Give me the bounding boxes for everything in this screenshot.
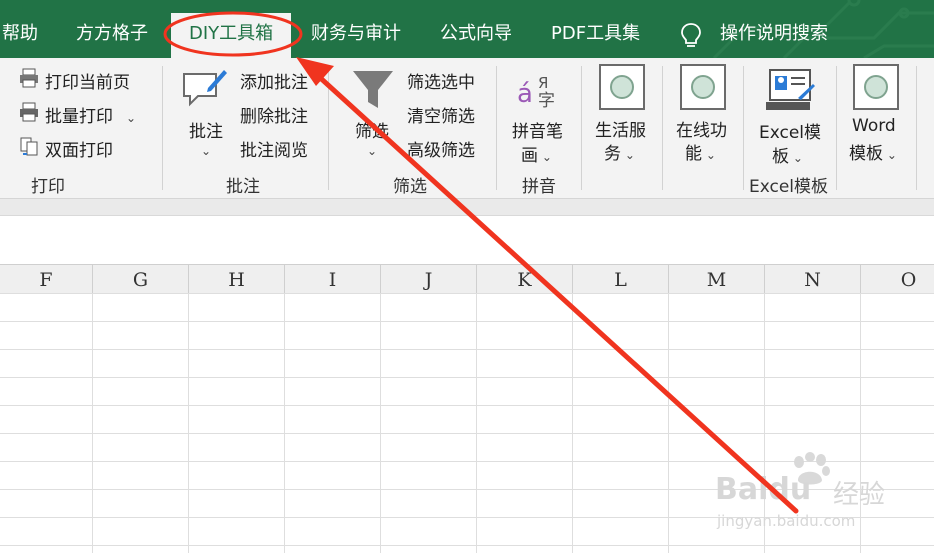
column-header-m[interactable]: M — [669, 265, 765, 293]
delete-comment-button[interactable]: 删除批注 — [240, 102, 308, 127]
ribbon-collapse-strip — [0, 199, 934, 216]
excel-template-button[interactable]: Excel模 — [759, 118, 821, 143]
watermark-brand-cn: 经验 — [833, 480, 886, 510]
batch-print-label: 批量打印 — [45, 107, 113, 127]
filter-selected-button[interactable]: 筛选选中 — [407, 68, 475, 93]
comment-icon — [183, 70, 227, 107]
svg-text:á: á — [517, 79, 533, 109]
tab-formula-wizard[interactable]: 公式向导 — [440, 13, 512, 55]
life-service-label: 务 — [604, 144, 621, 164]
pinyin-icon: á Я 字 — [517, 74, 555, 110]
excel-template-label: 板 — [772, 147, 789, 167]
clear-filter-button[interactable]: 清空筛选 — [407, 102, 475, 127]
batch-print-icon — [20, 102, 38, 122]
pinyin-group-label: 拼音 — [522, 177, 556, 197]
tab-pdf-tools[interactable]: PDF工具集 — [551, 13, 640, 55]
column-header-l[interactable]: L — [573, 265, 669, 293]
grid-line — [668, 293, 669, 553]
grid-line — [572, 293, 573, 553]
advanced-filter-button[interactable]: 高级筛选 — [407, 136, 475, 161]
column-header-k[interactable]: K — [477, 265, 573, 293]
print-group-label: 打印 — [31, 177, 65, 197]
watermark-brand: Baidu — [715, 472, 812, 507]
chevron-down-icon: ⌄ — [538, 150, 552, 164]
group-separator — [743, 66, 744, 190]
group-separator — [581, 66, 582, 190]
column-header-row: F G H I J K L M N O — [0, 264, 934, 294]
column-header-o[interactable]: O — [861, 265, 934, 293]
word-template-button[interactable]: Word — [852, 116, 896, 136]
browse-comment-button[interactable]: 批注阅览 — [240, 136, 308, 161]
tab-fangfang-gezi[interactable]: 方方格子 — [76, 13, 148, 55]
chevron-down-icon: ⌄ — [883, 148, 897, 162]
svg-text:Я: Я — [538, 74, 548, 92]
life-service-button[interactable]: 生活服 — [595, 116, 646, 141]
tell-me-search[interactable]: 操作说明搜索 — [720, 13, 828, 55]
group-separator — [496, 66, 497, 190]
ribbon-panel: 打印当前页 批量打印 ⌄ 双面打印 打印 批注 ⌄ 添加批注 删除批注 批注阅览… — [0, 58, 934, 199]
column-header-f[interactable]: F — [0, 265, 93, 293]
pinyin-stroke-button-line2[interactable]: 画 ⌄ — [521, 141, 552, 166]
chevron-down-icon: ⌄ — [201, 144, 212, 158]
word-template-label: 模板 — [849, 144, 883, 164]
pinyin-stroke-label: 画 — [521, 146, 538, 166]
ribbon-tab-bar: 帮助 方方格子 DIY工具箱 财务与审计 公式向导 PDF工具集 操作说明搜索 — [0, 0, 934, 58]
grid-line — [476, 293, 477, 553]
grid-line — [188, 293, 189, 553]
online-function-label: 能 — [685, 144, 702, 164]
life-service-button-line2[interactable]: 务 ⌄ — [604, 139, 635, 164]
baidu-jingyan-watermark: Baidu 经验 jingyan.baidu.com — [715, 448, 915, 538]
comment-group-label: 批注 — [226, 177, 260, 197]
group-separator — [328, 66, 329, 190]
print-current-page-button[interactable]: 打印当前页 — [45, 68, 130, 93]
printer-icon — [20, 68, 38, 88]
chevron-down-icon: ⌄ — [367, 144, 378, 158]
chevron-down-icon: ⌄ — [118, 111, 137, 125]
excel-template-group-label: Excel模板 — [749, 177, 829, 197]
group-separator — [162, 66, 163, 190]
filter-main-button[interactable]: 筛选 — [355, 117, 389, 142]
excel-template-icon — [766, 69, 815, 110]
duplex-print-button[interactable]: 双面打印 — [45, 136, 113, 161]
group-separator — [916, 66, 917, 190]
formula-bar[interactable] — [0, 216, 934, 264]
online-function-button-line2[interactable]: 能 ⌄ — [685, 139, 716, 164]
tab-help[interactable]: 帮助 — [2, 13, 38, 55]
svg-text:字: 字 — [538, 91, 555, 110]
tab-diy-toolbox[interactable]: DIY工具箱 — [171, 13, 292, 58]
duplex-print-icon — [20, 137, 38, 156]
group-separator — [836, 66, 837, 190]
chevron-down-icon: ⌄ — [702, 148, 716, 162]
column-header-n[interactable]: N — [765, 265, 861, 293]
word-template-icon — [853, 64, 899, 110]
column-header-j[interactable]: J — [381, 265, 477, 293]
comment-main-button[interactable]: 批注 — [189, 117, 223, 142]
chevron-down-icon: ⌄ — [789, 151, 803, 165]
grid-line — [92, 293, 93, 553]
batch-print-button[interactable]: 批量打印 ⌄ — [45, 102, 136, 127]
word-template-button-line2[interactable]: 模板 ⌄ — [849, 139, 897, 164]
lightbulb-icon — [681, 23, 701, 47]
tab-finance-audit[interactable]: 财务与审计 — [311, 13, 401, 55]
grid-line — [284, 293, 285, 553]
add-comment-button[interactable]: 添加批注 — [240, 68, 308, 93]
column-header-i[interactable]: I — [285, 265, 381, 293]
online-function-icon — [680, 64, 726, 110]
life-service-icon — [599, 64, 645, 110]
pinyin-stroke-button[interactable]: 拼音笔 — [512, 117, 563, 142]
funnel-icon — [353, 71, 393, 108]
filter-group-label: 筛选 — [393, 177, 427, 197]
group-separator — [662, 66, 663, 190]
online-function-button[interactable]: 在线功 — [676, 116, 727, 141]
watermark-url: jingyan.baidu.com — [717, 512, 856, 530]
excel-template-button-line2[interactable]: 板 ⌄ — [772, 142, 803, 167]
chevron-down-icon: ⌄ — [621, 148, 635, 162]
grid-line — [380, 293, 381, 553]
column-header-h[interactable]: H — [189, 265, 285, 293]
column-header-g[interactable]: G — [93, 265, 189, 293]
